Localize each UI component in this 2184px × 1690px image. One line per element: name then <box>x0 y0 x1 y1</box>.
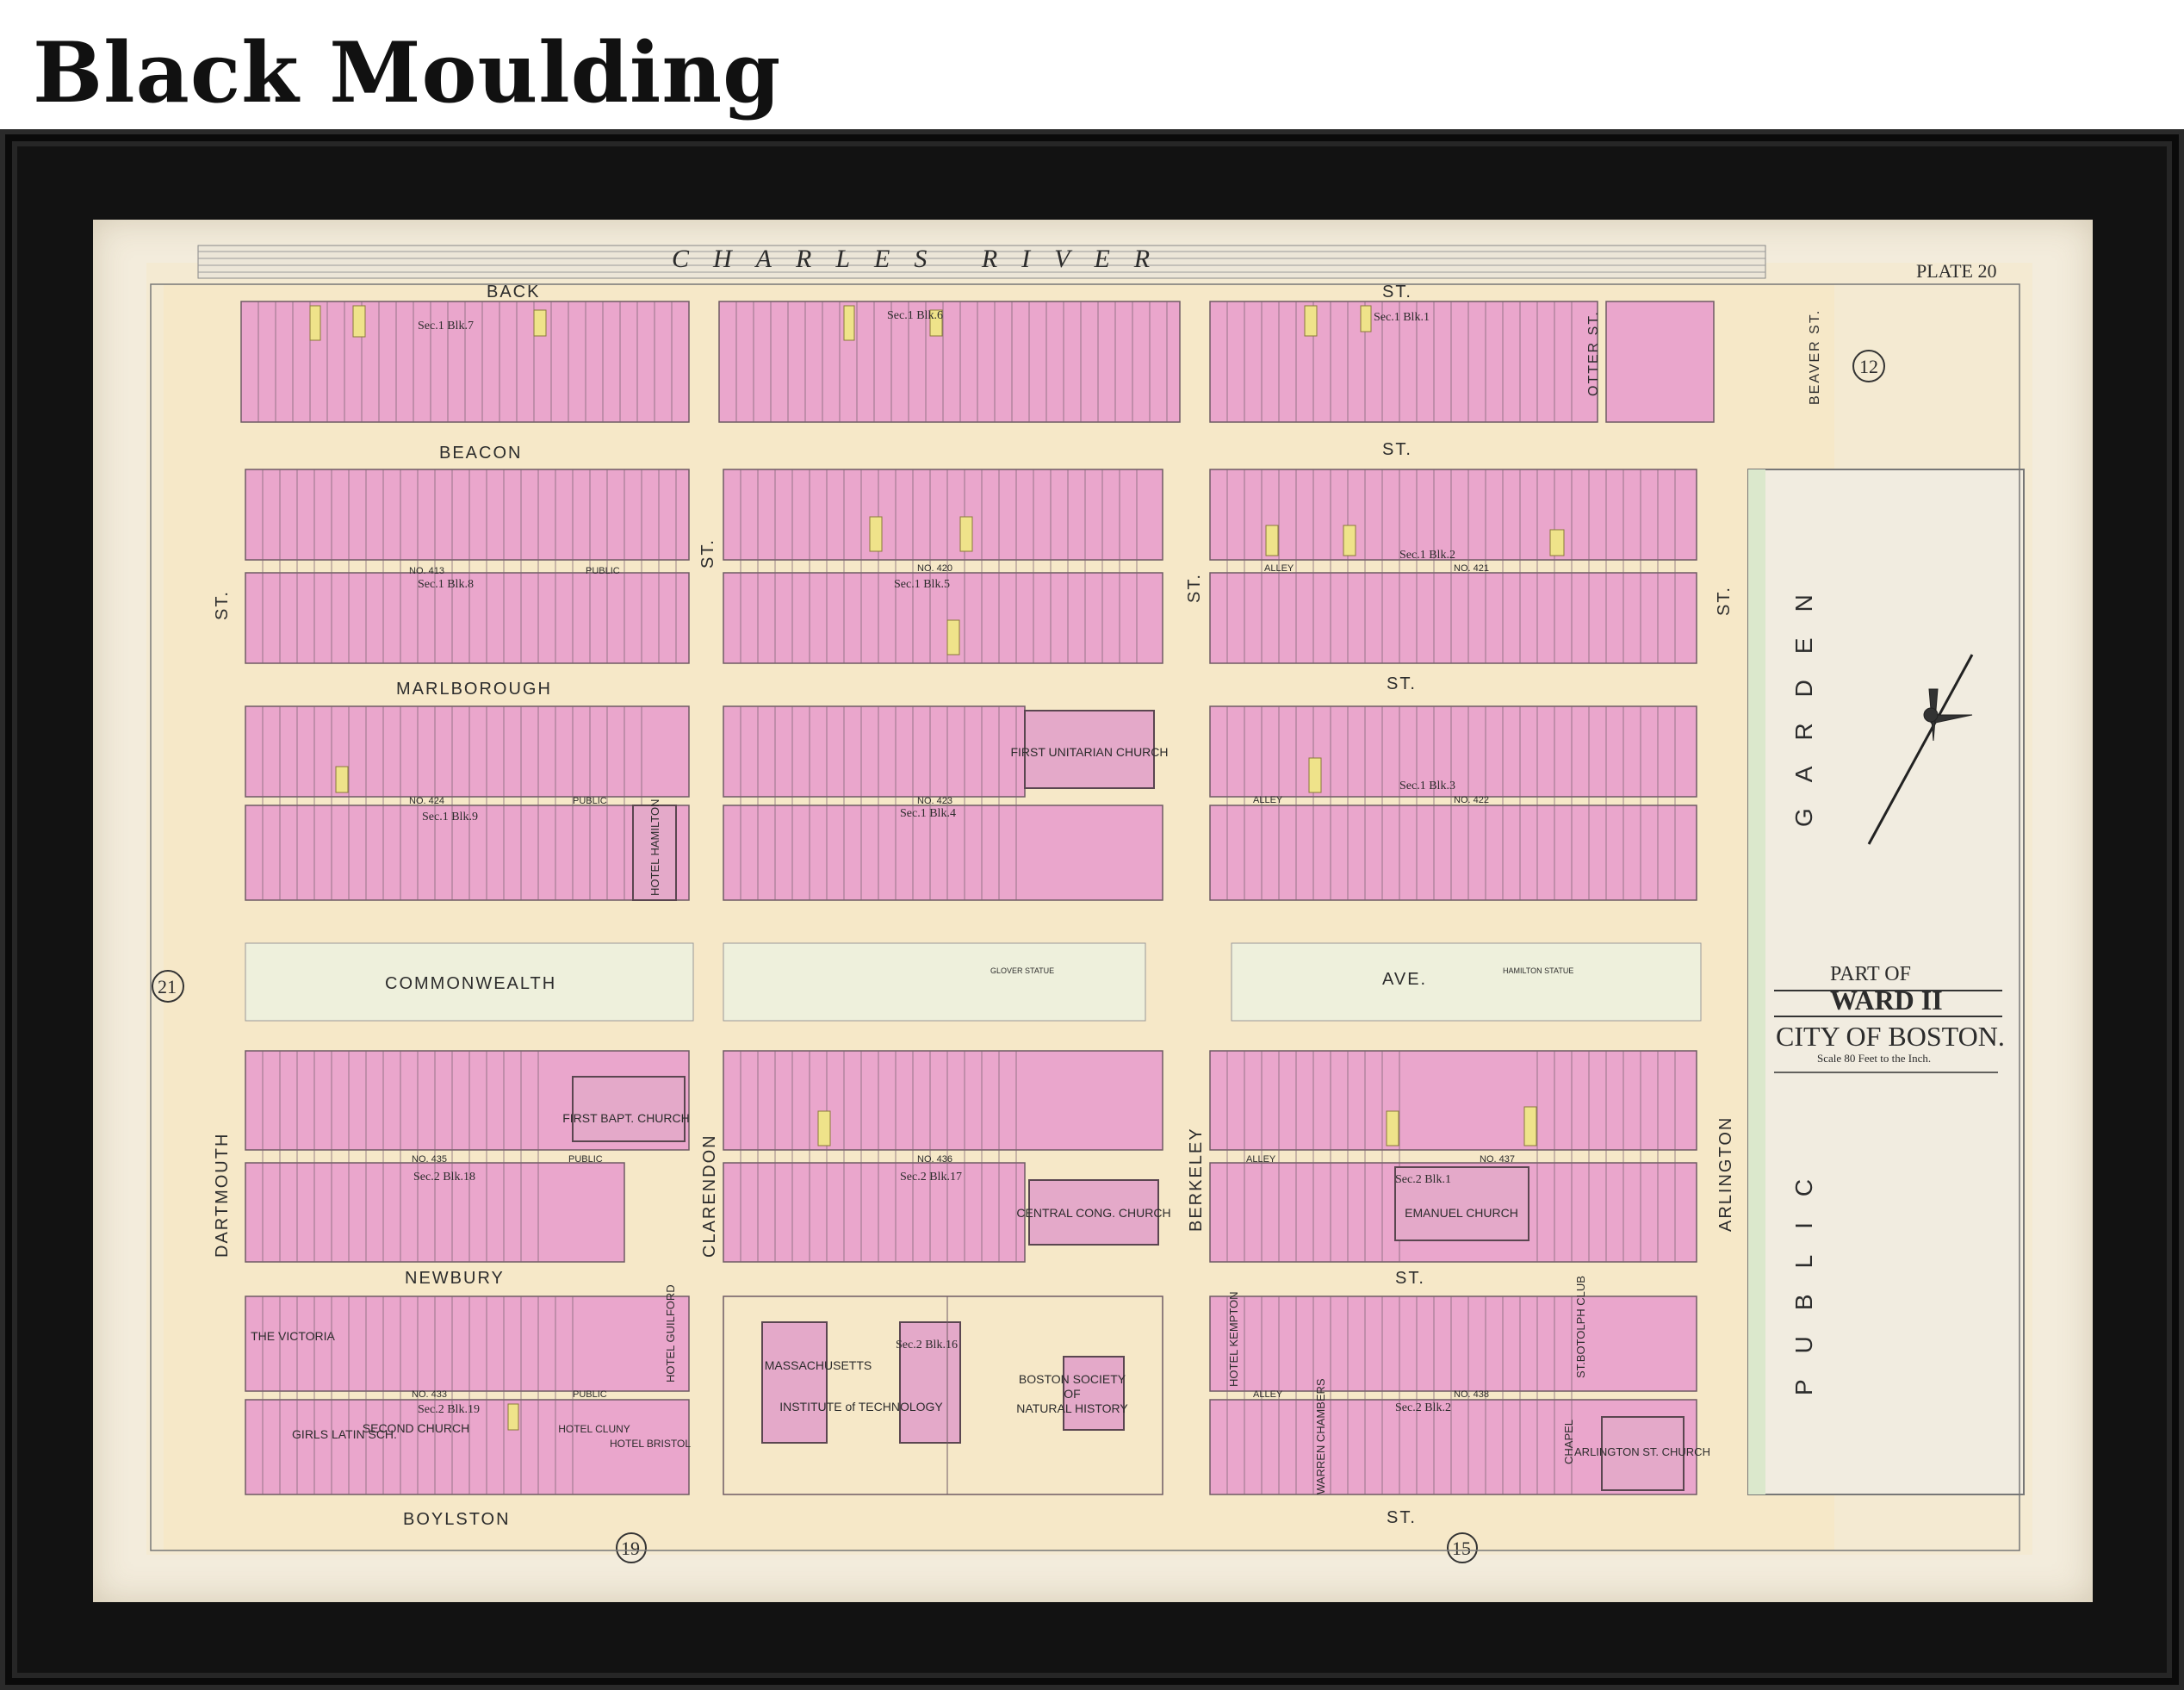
clarendon-st-label: ST. <box>698 538 717 569</box>
sec1-blk2: Sec.1 Blk.2 <box>1399 549 1455 562</box>
alley-420: NO. 420 <box>917 563 952 574</box>
marlborough-st-label: ST. <box>1387 674 1417 693</box>
arlington-street-label: ARLINGTON <box>1716 1116 1735 1232</box>
central-cong-church-label: CENTRAL CONG. CHURCH <box>1016 1206 1170 1220</box>
alley-public-3: PUBLIC <box>568 1154 603 1165</box>
alley-437: NO. 437 <box>1480 1154 1515 1165</box>
mit-label-1: MASSACHUSETTS <box>765 1358 872 1372</box>
alley-422: NO. 422 <box>1454 795 1489 805</box>
garden-label-upper: GARDEN <box>1790 569 1817 827</box>
ward-12-circle: 12 <box>1859 356 1878 377</box>
cartouche-city: CITY OF BOSTON. <box>1776 1021 2005 1052</box>
cartouche-scale: Scale 80 Feet to the Inch. <box>1817 1052 1931 1065</box>
ward-19-circle: 19 <box>621 1538 640 1559</box>
st-botolph-label: ST.BOTOLPH CLUB <box>1574 1276 1587 1378</box>
commonwealth-ave-label: COMMONWEALTH <box>385 974 556 993</box>
back-street-label: BACK <box>487 283 540 301</box>
warren-chambers-label: WARREN CHAMBERS <box>1314 1378 1327 1494</box>
boylston-st-label: ST. <box>1387 1508 1417 1527</box>
cartouche-ward: WARD II <box>1830 985 1943 1016</box>
alley-436: NO. 436 <box>917 1154 952 1165</box>
bsnh-label-1: BOSTON SOCIETY <box>1019 1372 1126 1386</box>
hotel-bristol-label: HOTEL BRISTOL <box>610 1438 691 1450</box>
mit-shape <box>761 1321 828 1444</box>
alley-421: NO. 421 <box>1454 563 1489 574</box>
alley-433: NO. 433 <box>412 1389 447 1400</box>
first-unitarian-church-label: FIRST UNITARIAN CHURCH <box>1010 745 1168 759</box>
sec1-blk8: Sec.1 Blk.8 <box>418 578 474 591</box>
bsnh-label-2: OF <box>1064 1387 1080 1401</box>
alley-label-4: ALLEY <box>1253 1389 1283 1400</box>
alley-public-4: PUBLIC <box>573 1389 607 1400</box>
first-bapt-church-label: FIRST BAPT. CHURCH <box>562 1111 690 1125</box>
otter-street-label: OTTER ST. <box>1586 310 1601 396</box>
sec2-blk18: Sec.2 Blk.18 <box>413 1171 475 1184</box>
sec1-blk1: Sec.1 Blk.1 <box>1374 311 1430 324</box>
hotel-guilford-label: HOTEL GUILFORD <box>664 1284 677 1382</box>
garden-label-lower: PUBLIC <box>1790 1153 1817 1395</box>
alley-423: NO. 423 <box>917 796 952 806</box>
ward-15-circle: 15 <box>1452 1538 1471 1559</box>
sec2-blk1: Sec.2 Blk.1 <box>1395 1173 1451 1186</box>
marlborough-street-label: MARLBOROUGH <box>396 680 552 699</box>
beacon-street-label: BEACON <box>439 444 522 463</box>
hotel-kempton-label: HOTEL KEMPTON <box>1227 1291 1240 1387</box>
beaver-street-label: BEAVER ST. <box>1808 309 1822 405</box>
alley-435: NO. 435 <box>412 1154 447 1165</box>
alley-413: NO. 413 <box>409 566 444 576</box>
newbury-st-label: ST. <box>1395 1269 1425 1288</box>
plate-label: PLATE 20 <box>1916 260 1997 282</box>
alley-424: NO. 424 <box>409 796 444 806</box>
sec1-blk3: Sec.1 Blk.3 <box>1399 780 1455 792</box>
arlington-church-label: ARLINGTON ST. CHURCH <box>1574 1445 1710 1458</box>
sec2-blk19: Sec.2 Blk.19 <box>418 1403 480 1416</box>
commonwealth-mall-3 <box>1231 942 1702 1022</box>
newbury-street-label: NEWBURY <box>405 1269 505 1288</box>
berkeley-street-label: BERKELEY <box>1187 1127 1206 1232</box>
sec1-blk4: Sec.1 Blk.4 <box>900 807 956 820</box>
alley-public-2: PUBLIC <box>573 796 607 806</box>
cartouche-part-of: PART OF <box>1830 963 1911 985</box>
alley-label-2: ALLEY <box>1253 795 1283 805</box>
sec1-blk7: Sec.1 Blk.7 <box>418 320 474 332</box>
hotel-cluny-label: HOTEL CLUNY <box>558 1423 630 1435</box>
sec2-blk17: Sec.2 Blk.17 <box>900 1171 962 1184</box>
river-label: CHARLES RIVER <box>672 245 1174 273</box>
alley-label-3: ALLEY <box>1246 1154 1276 1165</box>
sec1-blk6: Sec.1 Blk.6 <box>887 309 943 322</box>
mit-label-2: INSTITUTE of TECHNOLOGY <box>779 1400 943 1414</box>
ward-21-circle: 21 <box>158 976 177 997</box>
first-bapt-church-shape <box>572 1076 686 1142</box>
sec1-blk5: Sec.1 Blk.5 <box>894 578 950 591</box>
alley-label-1: ALLEY <box>1264 563 1294 574</box>
glover-statue-label: GLOVER STATUE <box>990 966 1054 975</box>
commonwealth-ave-suffix: AVE. <box>1382 970 1427 989</box>
arlington-st-label: ST. <box>1715 586 1734 616</box>
hotel-hamilton-label: HOTEL HAMILTON <box>648 799 661 896</box>
alley-438: NO. 438 <box>1454 1389 1489 1400</box>
dartmouth-st-label: ST. <box>213 590 232 620</box>
alley-public-1: PUBLIC <box>586 566 620 576</box>
hamilton-statue-label: HAMILTON STATUE <box>1503 966 1573 975</box>
the-victoria-label: THE VICTORIA <box>251 1329 335 1343</box>
dartmouth-street-label: DARTMOUTH <box>213 1133 232 1258</box>
beacon-st-label: ST. <box>1382 440 1412 459</box>
sec2-blk16: Sec.2 Blk.16 <box>896 1339 958 1351</box>
boston-ward-map: CHARLES RIVER PLATE 20 GARDEN PUBLIC 12 … <box>146 245 2032 1563</box>
chapel-label: CHAPEL <box>1562 1420 1575 1464</box>
sec1-blk9: Sec.1 Blk.9 <box>422 811 478 823</box>
sec2-blk2: Sec.2 Blk.2 <box>1395 1401 1451 1414</box>
berkeley-st-label: ST. <box>1185 573 1204 603</box>
second-church-label: SECOND CHURCH <box>363 1421 469 1435</box>
boylston-street-label: BOYLSTON <box>403 1510 511 1529</box>
bsnh-label-3: NATURAL HISTORY <box>1016 1401 1128 1415</box>
clarendon-street-label: CLARENDON <box>700 1134 719 1258</box>
back-st-label: ST. <box>1382 283 1412 301</box>
commonwealth-mall-2 <box>723 942 1146 1022</box>
emanuel-church-label: EMANUEL CHURCH <box>1405 1206 1518 1220</box>
